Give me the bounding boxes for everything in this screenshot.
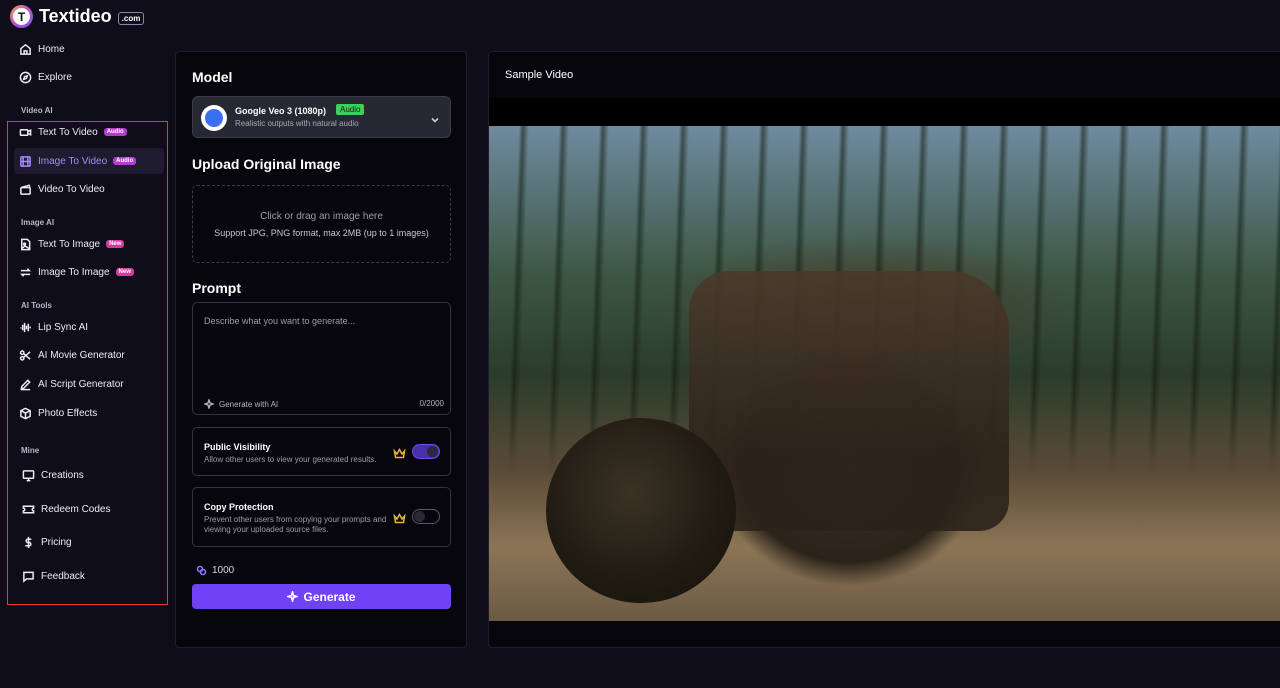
crown-icon <box>393 446 406 459</box>
selection-outline <box>7 121 168 605</box>
sample-video-panel: Sample Video <box>488 51 1280 648</box>
copy-protection-title: Copy Protection <box>204 502 274 512</box>
public-visibility-card: Public Visibility Allow other users to v… <box>192 427 451 476</box>
chevron-down-icon <box>430 112 440 123</box>
model-heading: Model <box>192 69 233 85</box>
upload-instruction: Click or drag an image here <box>260 211 383 222</box>
video-frame-offroad-truck <box>489 126 1280 621</box>
brand-logo[interactable]: T Textideo .com <box>10 5 145 28</box>
copy-protection-card: Copy Protection Prevent other users from… <box>192 487 451 547</box>
generate-button[interactable]: Generate <box>192 584 451 609</box>
character-counter: 0/2000 <box>419 399 444 408</box>
generation-form-panel: Model Google Veo 3 (1080p) Audio Realist… <box>175 51 467 648</box>
model-audio-badge: Audio <box>336 104 365 115</box>
upload-format-hint: Support JPG, PNG format, max 2MB (up to … <box>214 228 429 238</box>
copy-protection-desc: Prevent other users from copying your pr… <box>204 515 387 534</box>
public-visibility-desc: Allow other users to view your generated… <box>204 455 377 464</box>
logo-icon: T <box>10 5 33 28</box>
generate-with-ai-button[interactable]: Generate with AI <box>204 399 278 409</box>
model-description: Realistic outputs with natural audio <box>235 119 359 128</box>
prompt-heading: Prompt <box>192 280 241 296</box>
model-logo-icon <box>201 105 227 131</box>
model-selector[interactable]: Google Veo 3 (1080p) Audio Realistic out… <box>192 96 451 138</box>
sample-video-title: Sample Video <box>505 69 574 81</box>
compass-icon <box>19 71 32 84</box>
credits-display: 1000 <box>196 565 234 576</box>
public-visibility-toggle[interactable] <box>412 444 440 459</box>
prompt-placeholder: Describe what you want to generate... <box>204 316 356 326</box>
image-upload-dropzone[interactable]: Click or drag an image here Support JPG,… <box>192 185 451 263</box>
sparkle-icon <box>287 591 299 602</box>
model-name: Google Veo 3 (1080p) <box>235 106 327 116</box>
sidebar-item-explore[interactable]: Explore <box>14 64 164 90</box>
video-player[interactable] <box>489 98 1280 621</box>
copy-protection-toggle[interactable] <box>412 509 440 524</box>
sparkle-icon <box>204 399 214 409</box>
section-video-ai: Video AI <box>21 106 53 115</box>
public-visibility-title: Public Visibility <box>204 442 271 452</box>
home-icon <box>19 43 32 56</box>
credits-icon <box>196 565 207 576</box>
crown-icon <box>393 511 406 524</box>
prompt-textarea[interactable]: Describe what you want to generate... Ge… <box>192 302 451 415</box>
brand-suffix: .com <box>117 11 145 25</box>
brand-name: Textideo <box>39 6 112 26</box>
sidebar-item-home[interactable]: Home <box>14 36 164 62</box>
upload-heading: Upload Original Image <box>192 156 341 172</box>
